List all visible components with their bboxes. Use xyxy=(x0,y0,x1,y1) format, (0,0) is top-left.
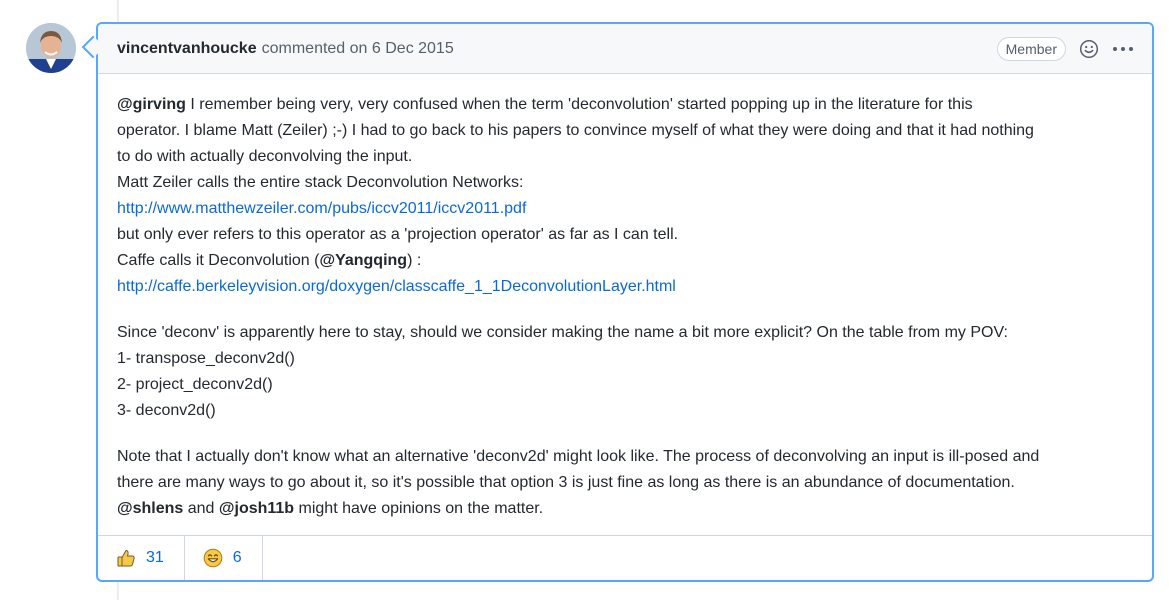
mention-shlens[interactable]: @shlens xyxy=(117,500,183,517)
more-options-button[interactable] xyxy=(1112,38,1134,60)
add-reaction-button[interactable] xyxy=(1078,38,1100,60)
text-line: I remember being very, very confused whe… xyxy=(185,96,973,113)
smile-icon xyxy=(203,548,223,568)
option-3: 3- deconv2d() xyxy=(117,402,216,419)
reactions-bar: 31 6 xyxy=(98,535,1152,580)
text-line: there are many ways to go about it, so i… xyxy=(117,474,1015,491)
mention-yangqing[interactable]: @Yangqing xyxy=(319,252,407,269)
mention-girving[interactable]: @girving xyxy=(117,96,186,113)
avatar[interactable] xyxy=(26,23,76,73)
comment-header: vincentvanhoucke commented on 6 Dec 2015… xyxy=(98,24,1152,74)
zeiler-paper-link[interactable]: http://www.matthewzeiler.com/pubs/iccv20… xyxy=(117,200,526,217)
text-line: to do with actually deconvolving the inp… xyxy=(117,148,413,165)
thumbs-up-icon xyxy=(117,550,135,567)
reaction-smile[interactable]: 6 xyxy=(185,536,263,580)
text-line: ) : xyxy=(407,252,422,269)
comment-timestamp[interactable]: commented on 6 Dec 2015 xyxy=(262,40,454,58)
comment-author[interactable]: vincentvanhoucke xyxy=(117,40,257,58)
text-line: and xyxy=(183,500,219,517)
kebab-horizontal-icon xyxy=(1113,46,1133,51)
paragraph-2: Since 'deconv' is apparently here to sta… xyxy=(117,320,1134,424)
text-line: Matt Zeiler calls the entire stack Decon… xyxy=(117,174,524,191)
comment-body: @girving I remember being very, very con… xyxy=(98,74,1152,522)
text-line: Caffe calls it Deconvolution ( xyxy=(117,252,320,269)
text-line: might have opinions on the matter. xyxy=(294,500,544,517)
member-badge: Member xyxy=(996,36,1066,61)
paragraph-3: Note that I actually don't know what an … xyxy=(117,444,1134,522)
smile-count: 6 xyxy=(232,549,242,566)
option-1: 1- transpose_deconv2d() xyxy=(117,350,295,367)
text-line: Since 'deconv' is apparently here to sta… xyxy=(117,324,1008,341)
reaction-thumbs-up[interactable]: 31 xyxy=(98,536,185,580)
thumbs-up-count: 31 xyxy=(146,549,164,566)
paragraph-1: @girving I remember being very, very con… xyxy=(117,92,1134,300)
comment-box: vincentvanhoucke commented on 6 Dec 2015… xyxy=(96,22,1154,582)
option-2: 2- project_deconv2d() xyxy=(117,376,273,393)
mention-josh11b[interactable]: @josh11b xyxy=(219,500,294,517)
author-avatar-icon xyxy=(26,23,76,73)
caffe-docs-link[interactable]: http://caffe.berkeleyvision.org/doxygen/… xyxy=(117,278,676,295)
text-line: but only ever refers to this operator as… xyxy=(117,226,679,243)
text-line: operator. I blame Matt (Zeiler) ;-) I ha… xyxy=(117,122,1034,139)
smiley-icon xyxy=(1079,39,1099,58)
text-line: Note that I actually don't know what an … xyxy=(117,448,1040,465)
